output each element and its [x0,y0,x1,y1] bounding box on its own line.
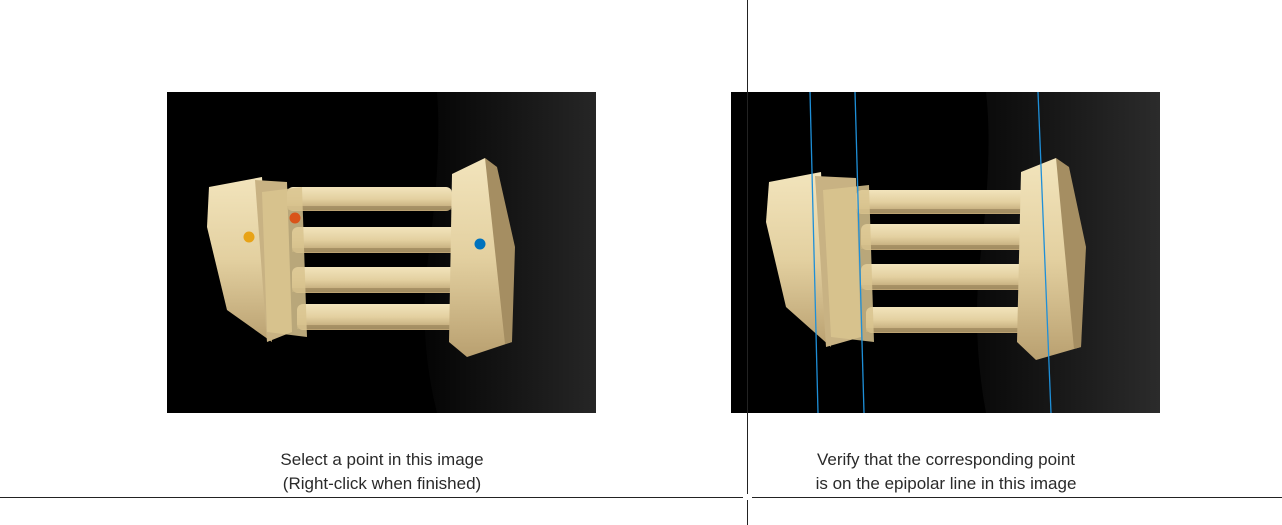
panel-divider [747,0,748,525]
left-caption-line2: (Right-click when finished) [282,474,482,493]
right-caption-line2: is on the epipolar line in this image [815,474,1077,493]
right-image-axes[interactable] [731,92,1160,413]
left-temple-image[interactable] [167,92,596,413]
figure-window: Select a point in this image (Right-clic… [0,0,1282,525]
right-temple-image [731,92,1160,413]
selected-point-orange [243,231,255,243]
bottom-rule-left [0,497,743,498]
left-caption: Select a point in this image (Right-clic… [202,448,562,496]
left-image-axes[interactable] [167,92,596,413]
selected-point-red [289,212,301,224]
divider-gap [743,494,752,500]
right-caption: Verify that the corresponding point is o… [766,448,1126,496]
right-caption-line1: Verify that the corresponding point [817,450,1075,469]
left-caption-line1: Select a point in this image [280,450,484,469]
bottom-rule-right [752,497,1282,498]
selected-point-blue [474,238,486,250]
